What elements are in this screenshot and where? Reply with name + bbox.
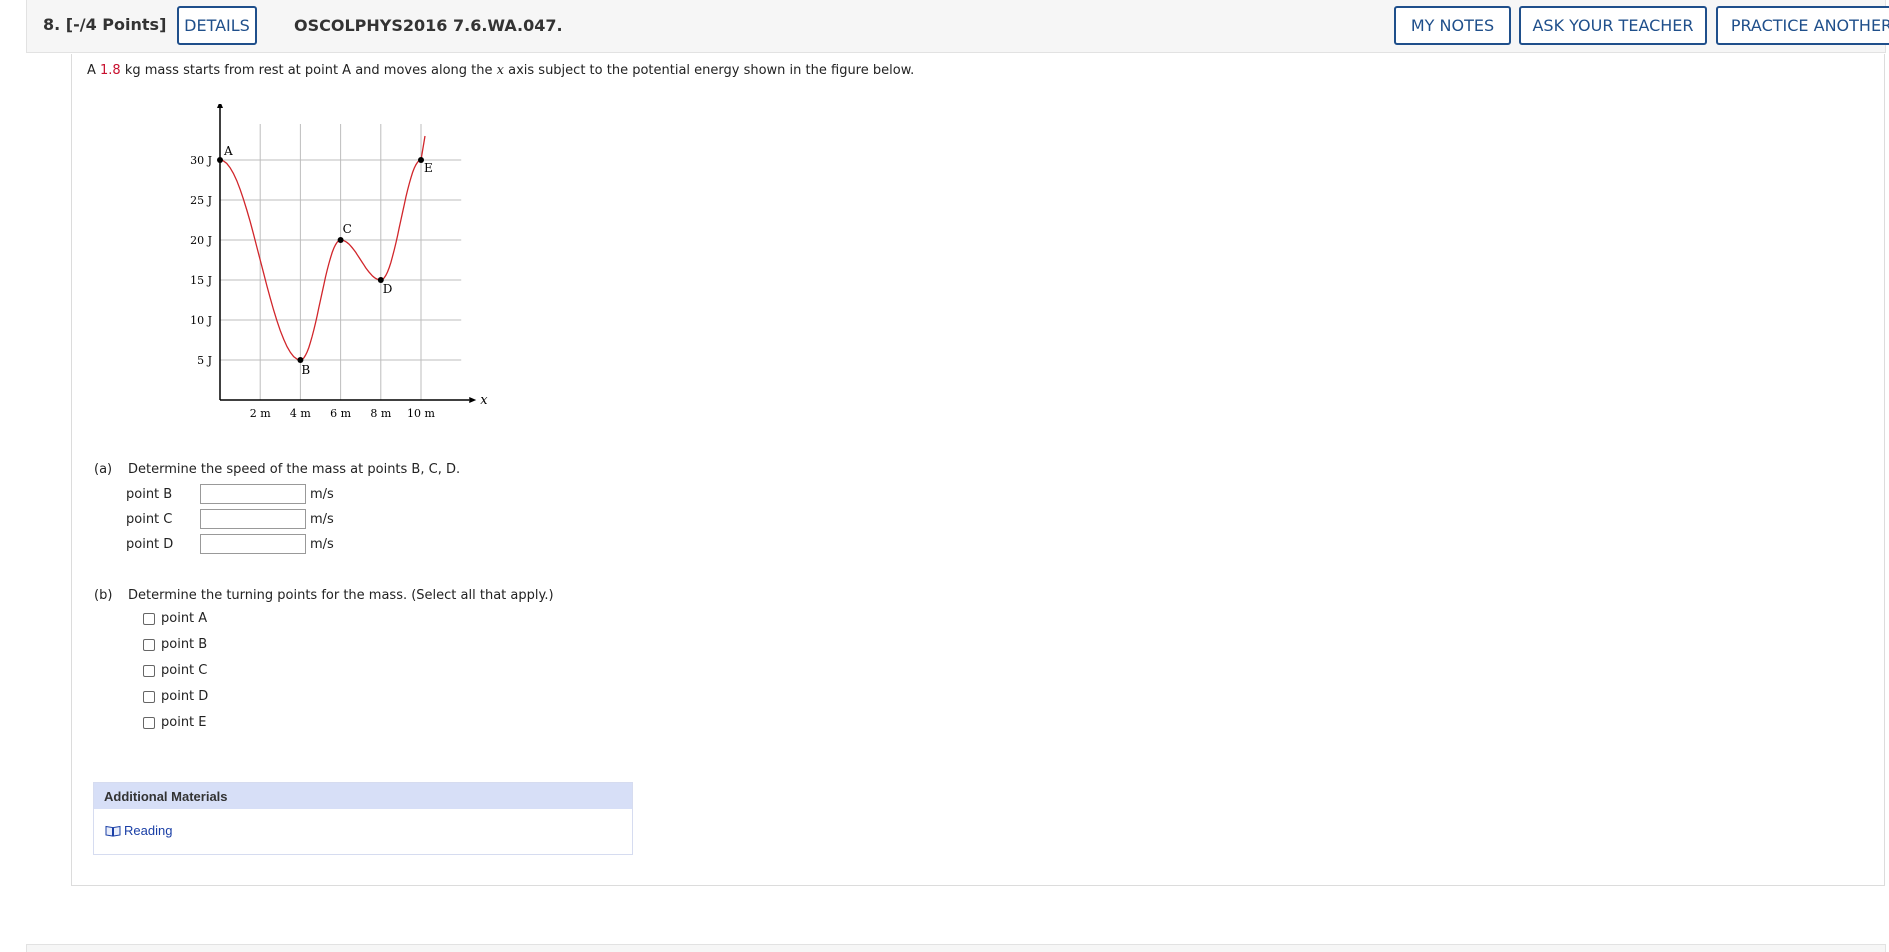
point-label-d: D [383,282,393,296]
question-body: A 1.8 kg mass starts from rest at point … [71,54,1885,886]
checkbox-point-c[interactable]: point C [143,663,207,678]
y-tick-label: 5 J [197,354,212,367]
checkbox[interactable] [143,664,155,677]
point-label-a: A [223,144,233,158]
prompt-prefix: A [87,63,101,78]
book-icon [105,825,121,837]
question-prompt: A 1.8 kg mass starts from rest at point … [87,63,914,78]
potential-energy-curve [219,135,426,361]
part-b-text: Determine the turning points for the mas… [128,588,554,603]
answer-row-c: point C m/s [126,509,334,529]
reading-link[interactable]: Reading [105,823,172,838]
mass-value: 1.8 [100,63,121,78]
x-axis-arrow [469,397,477,403]
checkbox-point-b[interactable]: point B [143,637,207,652]
question-code: OSCOLPHYS2016 7.6.WA.047. [294,16,563,35]
checkbox-point-d[interactable]: point D [143,689,208,704]
reading-link-text[interactable]: Reading [124,823,172,838]
x-tick-label: 2 m [250,407,271,420]
answer-row-label: point D [126,536,174,552]
answer-row-b: point B m/s [126,484,334,504]
answer-row-label: point C [126,511,173,527]
answer-row-d: point D m/s [126,534,334,554]
y-tick-label: 20 J [190,234,212,247]
checkbox-label: point C [161,663,208,678]
unit-label: m/s [310,511,334,527]
point-label-e: E [424,161,433,175]
part-a-question: (a) Determine the speed of the mass at po… [94,462,460,477]
part-a-label: (a) [94,462,113,477]
checkbox[interactable] [143,690,155,703]
checkbox-label: point A [161,611,208,626]
checkbox-label: point B [161,637,208,652]
question-number: 8. [-/4 Points] [43,15,166,34]
answer-row-label: point B [126,486,173,502]
unit-label: m/s [310,486,334,502]
y-tick-label: 30 J [190,154,212,167]
y-tick-label: 10 J [190,314,212,327]
checkbox-point-a[interactable]: point A [143,611,207,626]
speed-b-input[interactable] [200,484,306,504]
checkbox-point-e[interactable]: point E [143,715,207,730]
ask-teacher-button[interactable]: ASK YOUR TEACHER [1519,6,1707,45]
part-b-question: (b) Determine the turning points for the … [94,588,554,603]
x-axis-label: x [480,393,488,408]
question-number-text: 8. [43,15,61,34]
points-text: [-/4 Points] [65,15,167,34]
prompt-variable: x [496,63,504,78]
additional-materials: Additional Materials Reading [93,782,633,855]
x-tick-label: 8 m [370,407,391,420]
checkbox[interactable] [143,612,155,625]
checkbox-label: point D [161,689,209,704]
question-header: 8. [-/4 Points] DETAILS OSCOLPHYS2016 7.… [26,0,1889,53]
x-tick-label: 10 m [407,407,435,420]
potential-energy-chart: PEx5 J10 J15 J20 J25 J30 J2 m4 m6 m8 m10… [190,104,488,420]
point-label-b: B [301,363,310,377]
my-notes-button[interactable]: MY NOTES [1394,6,1511,45]
part-b-label: (b) [94,588,113,603]
prompt-middle: kg mass starts from rest at point A and … [120,63,497,78]
data-point-a [217,157,223,163]
y-tick-label: 15 J [190,274,212,287]
checkbox[interactable] [143,638,155,651]
details-button[interactable]: DETAILS [177,6,257,45]
y-axis-arrow [217,104,223,108]
data-point-c [337,237,344,243]
y-tick-label: 25 J [190,194,212,207]
part-a-text: Determine the speed of the mass at point… [128,462,461,477]
additional-materials-title: Additional Materials [94,783,632,809]
point-label-c: C [343,222,352,236]
checkbox[interactable] [143,716,155,729]
x-tick-label: 4 m [290,407,311,420]
x-tick-label: 6 m [330,407,351,420]
unit-label: m/s [310,536,334,552]
practice-another-button[interactable]: PRACTICE ANOTHER [1716,6,1889,45]
prompt-suffix: axis subject to the potential energy sho… [503,63,915,78]
speed-d-input[interactable] [200,534,306,554]
checkbox-label: point E [161,715,207,730]
speed-c-input[interactable] [200,509,306,529]
